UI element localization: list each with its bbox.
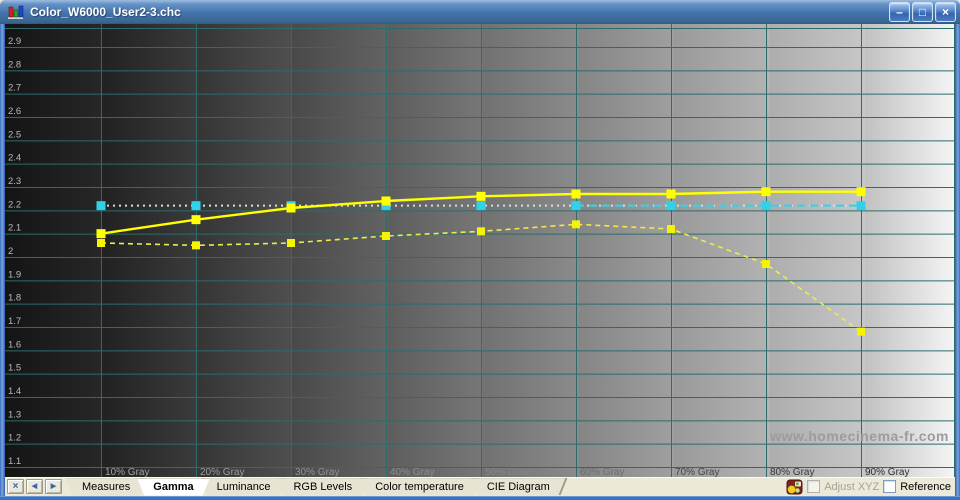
- svg-text:2.1: 2.1: [8, 223, 21, 234]
- svg-text:2.4: 2.4: [8, 153, 21, 164]
- app-window: Color_W6000_User2-3.chc – □ × 2.92.82.72…: [0, 0, 960, 500]
- reference-checkbox[interactable]: [883, 480, 896, 493]
- svg-text:2.8: 2.8: [8, 59, 21, 70]
- svg-text:1.3: 1.3: [8, 409, 21, 420]
- svg-text:50% Gray: 50% Gray: [485, 467, 529, 477]
- svg-text:1.1: 1.1: [8, 456, 21, 467]
- view-tabbar: × ◀ ▶ MeasuresGammaLuminanceRGB LevelsCo…: [5, 477, 955, 496]
- svg-text:2.6: 2.6: [8, 106, 21, 117]
- svg-text:1.4: 1.4: [8, 386, 21, 397]
- window-border-right: [955, 24, 960, 496]
- svg-text:80% Gray: 80% Gray: [770, 467, 814, 477]
- svg-text:1.7: 1.7: [8, 316, 21, 327]
- tab-close-button[interactable]: ×: [7, 479, 24, 494]
- app-icon: [7, 4, 24, 20]
- window-border-bottom: [0, 496, 960, 500]
- tab-next-button[interactable]: ▶: [45, 479, 62, 494]
- tab-color-temperature[interactable]: Color temperature: [359, 479, 480, 496]
- svg-text:2.9: 2.9: [8, 36, 21, 47]
- reference-label: Reference: [900, 481, 951, 493]
- tab-luminance[interactable]: Luminance: [201, 479, 287, 496]
- titlebar: Color_W6000_User2-3.chc – □ ×: [0, 0, 960, 24]
- svg-text:2: 2: [8, 246, 13, 257]
- svg-text:40% Gray: 40% Gray: [390, 467, 434, 477]
- window-border-left: [0, 24, 5, 496]
- svg-text:2.3: 2.3: [8, 176, 21, 187]
- close-button[interactable]: ×: [935, 2, 956, 22]
- svg-text:1.5: 1.5: [8, 363, 21, 374]
- x-axis-labels: 10% Gray 20% Gray 30% Gray 40% Gray 50% Gray…: [105, 467, 909, 477]
- gamma-chart-area: 2.9 2.8 2.7 2.6 2.5 2.4 2.3 2.2 2.1 2 1.9 1.8 1.7 1.6…: [5, 24, 955, 477]
- gamma-chart: 2.9 2.8 2.7 2.6 2.5 2.4 2.3 2.2 2.1 2 1.9 1.8 1.7 1.6…: [5, 24, 955, 477]
- svg-text:70% Gray: 70% Gray: [675, 467, 719, 477]
- window-title: Color_W6000_User2-3.chc: [30, 5, 887, 19]
- svg-text:1.8: 1.8: [8, 293, 21, 304]
- adjust-xyz-label: Adjust XYZ: [824, 481, 879, 493]
- svg-text:20% Gray: 20% Gray: [200, 467, 244, 477]
- svg-text:1.2: 1.2: [8, 433, 21, 444]
- watermark: www.homecinema-fr.com: [769, 428, 949, 444]
- series-reference: [97, 201, 866, 210]
- y-axis-labels: 2.9 2.8 2.7 2.6 2.5 2.4 2.3 2.2 2.1 2 1.9 1.8 1.7 1.6…: [8, 36, 21, 467]
- tab-cie-diagram[interactable]: CIE Diagram: [471, 479, 566, 496]
- svg-text:2.5: 2.5: [8, 129, 21, 140]
- adjust-xyz-checkbox[interactable]: [807, 480, 820, 493]
- statusbar: Adjust XYZ Reference: [786, 479, 955, 495]
- svg-text:1.9: 1.9: [8, 269, 21, 280]
- colorimeter-icon: [786, 479, 803, 495]
- maximize-button[interactable]: □: [912, 2, 933, 22]
- tab-prev-button[interactable]: ◀: [26, 479, 43, 494]
- svg-text:90% Gray: 90% Gray: [865, 467, 909, 477]
- view-tabs: MeasuresGammaLuminanceRGB LevelsColor te…: [66, 479, 566, 496]
- tab-gamma[interactable]: Gamma: [137, 479, 209, 496]
- svg-text:60% Gray: 60% Gray: [580, 467, 624, 477]
- tab-rgb-levels[interactable]: RGB Levels: [277, 479, 368, 496]
- svg-text:30% Gray: 30% Gray: [295, 467, 339, 477]
- svg-text:1.6: 1.6: [8, 339, 21, 350]
- svg-text:2.7: 2.7: [8, 83, 21, 94]
- grid: [5, 24, 955, 477]
- tab-nav: × ◀ ▶: [7, 479, 62, 494]
- minimize-button[interactable]: –: [889, 2, 910, 22]
- svg-text:10% Gray: 10% Gray: [105, 467, 149, 477]
- svg-text:2.2: 2.2: [8, 199, 21, 210]
- tab-measures[interactable]: Measures: [66, 479, 146, 496]
